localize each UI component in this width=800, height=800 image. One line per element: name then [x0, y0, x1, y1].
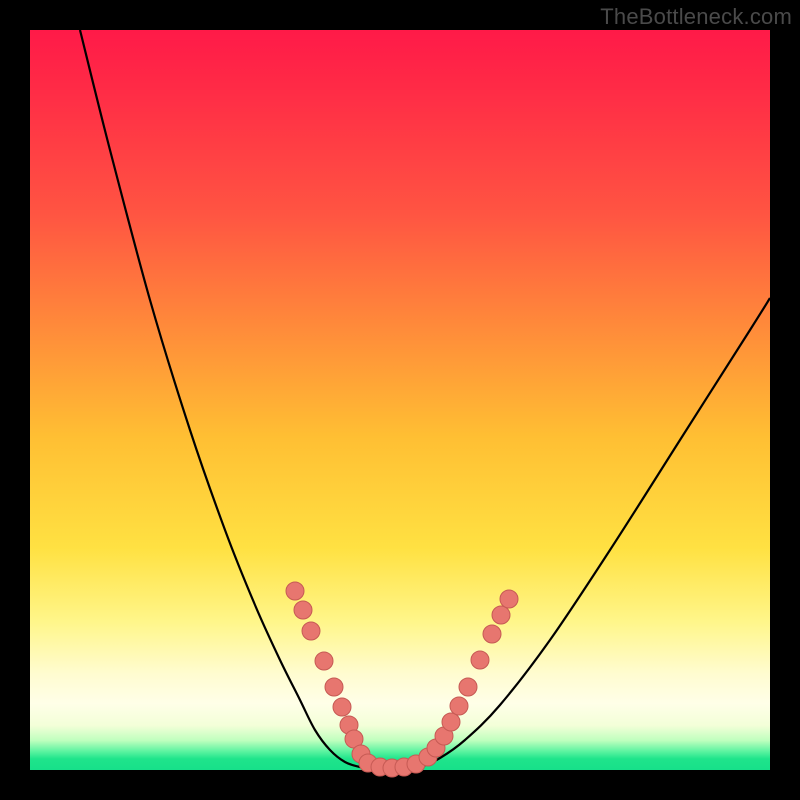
- curve-marker: [325, 678, 343, 696]
- curve-marker: [442, 713, 460, 731]
- curve-markers: [286, 582, 518, 777]
- curve-marker: [483, 625, 501, 643]
- chart-overlay: [30, 30, 770, 770]
- curve-marker: [450, 697, 468, 715]
- curve-marker: [459, 678, 477, 696]
- curve-marker: [302, 622, 320, 640]
- curve-marker: [492, 606, 510, 624]
- curve-marker: [333, 698, 351, 716]
- chart-frame: TheBottleneck.com: [0, 0, 800, 800]
- curve-marker: [471, 651, 489, 669]
- curve-marker: [294, 601, 312, 619]
- curve-marker: [315, 652, 333, 670]
- curve-marker: [286, 582, 304, 600]
- curve-marker: [500, 590, 518, 608]
- bottleneck-curve: [80, 30, 770, 770]
- watermark-text: TheBottleneck.com: [600, 4, 792, 30]
